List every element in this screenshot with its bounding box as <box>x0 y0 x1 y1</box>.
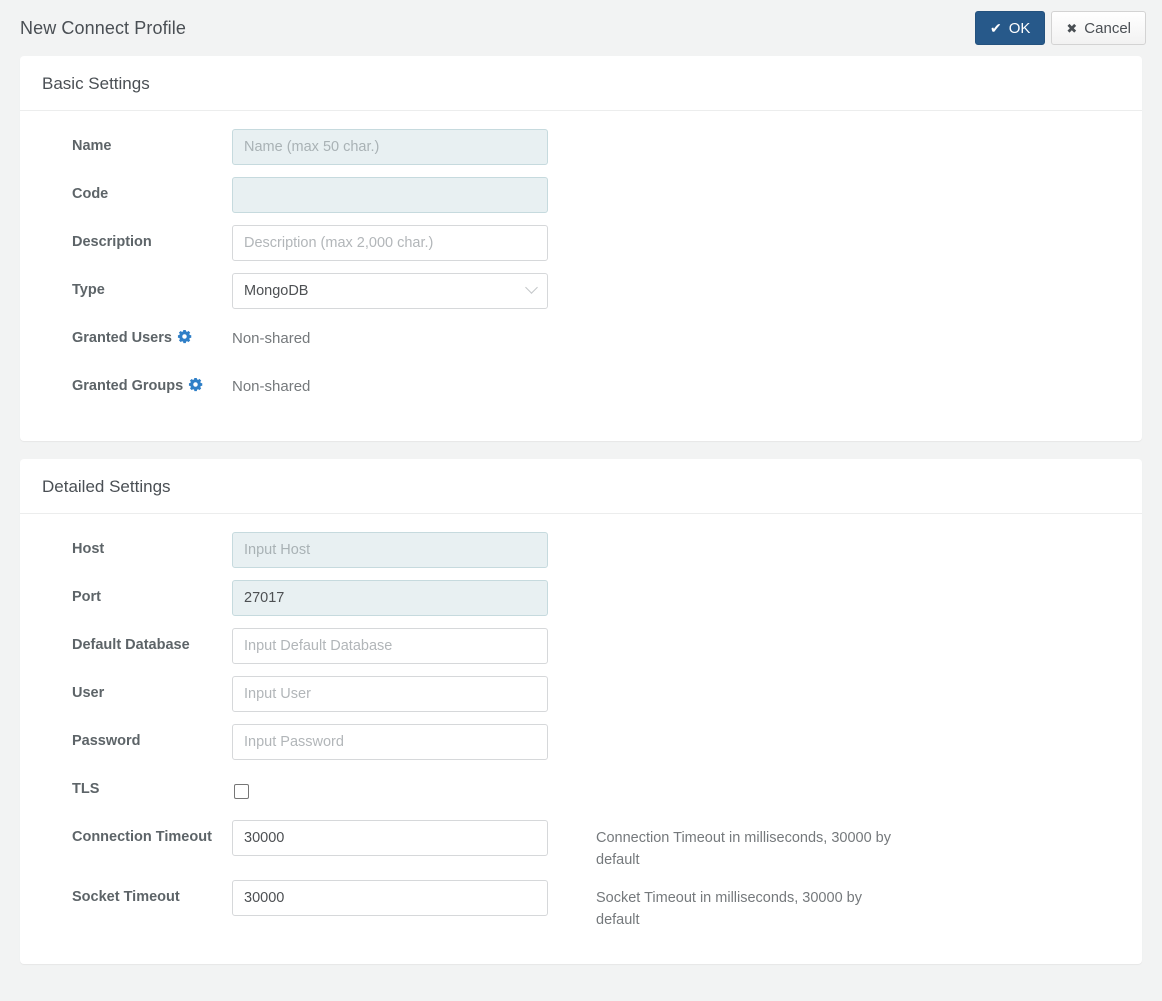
socket-timeout-label: Socket Timeout <box>72 888 180 905</box>
ok-button[interactable]: ✔ OK <box>974 11 1046 45</box>
password-label: Password <box>72 733 141 749</box>
window-toolbar: New Connect Profile ✔ OK ✖ Cancel <box>0 0 1162 56</box>
gear-icon[interactable] <box>188 377 203 392</box>
granted-users-label-text: Granted Users <box>72 330 172 346</box>
basic-settings-title: Basic Settings <box>20 56 1142 111</box>
field-row-user: User <box>42 674 1120 716</box>
host-label: Host <box>72 541 105 557</box>
connection-timeout-help: Connection Timeout in milliseconds, 3000… <box>596 830 891 869</box>
gear-icon[interactable] <box>177 329 192 344</box>
page-title: New Connect Profile <box>20 17 186 38</box>
type-label: Type <box>72 282 105 298</box>
granted-groups-value: Non-shared <box>232 378 311 395</box>
cancel-button-label: Cancel <box>1084 19 1131 37</box>
field-row-socket-timeout: Socket Timeout Socket Timeout in millise… <box>42 878 1120 932</box>
socket-timeout-help: Socket Timeout in milliseconds, 30000 by… <box>596 889 862 929</box>
check-icon: ✔ <box>989 20 1002 36</box>
default-database-input[interactable] <box>232 628 548 664</box>
detailed-settings-card: Detailed Settings Host Port Default Data… <box>20 459 1142 964</box>
host-input[interactable] <box>232 532 548 568</box>
field-row-name: Name <box>42 127 1120 169</box>
port-label: Port <box>72 589 101 605</box>
detailed-settings-title: Detailed Settings <box>20 459 1142 514</box>
granted-groups-label-text: Granted Groups <box>72 378 184 394</box>
code-input[interactable] <box>232 177 548 213</box>
tls-label: TLS <box>72 781 100 797</box>
field-row-password: Password <box>42 722 1120 764</box>
field-row-granted-groups: Granted Groups Non-shared <box>42 367 1120 409</box>
socket-timeout-input[interactable] <box>232 879 548 916</box>
basic-settings-body: Name Code Description Type MongoDB <box>20 111 1142 441</box>
field-row-tls: TLS <box>42 770 1120 812</box>
field-row-type: Type MongoDB <box>42 271 1120 313</box>
granted-users-value: Non-shared <box>232 330 311 347</box>
description-label: Description <box>72 234 152 250</box>
toolbar-actions: ✔ OK ✖ Cancel <box>974 11 1146 45</box>
detailed-settings-body: Host Port Default Database User Password <box>20 514 1142 964</box>
description-input[interactable] <box>232 225 548 261</box>
field-row-connection-timeout: Connection Timeout Connection Timeout in… <box>42 818 1120 872</box>
connection-timeout-input[interactable] <box>232 820 548 856</box>
field-row-port: Port <box>42 578 1120 620</box>
default-database-label: Default Database <box>72 637 190 653</box>
field-row-host: Host <box>42 530 1120 572</box>
basic-settings-card: Basic Settings Name Code Description Typ… <box>20 56 1142 441</box>
user-label: User <box>72 685 105 701</box>
field-row-default-database: Default Database <box>42 626 1120 668</box>
granted-users-label: Granted Users <box>42 319 232 349</box>
connection-timeout-label: Connection Timeout <box>72 829 212 845</box>
code-label: Code <box>72 186 109 202</box>
type-select[interactable]: MongoDB <box>232 273 548 309</box>
field-row-code: Code <box>42 175 1120 217</box>
user-input[interactable] <box>232 676 548 712</box>
field-row-granted-users: Granted Users Non-shared <box>42 319 1120 361</box>
cross-icon: ✖ <box>1066 20 1078 36</box>
tls-checkbox[interactable] <box>234 784 249 799</box>
port-input[interactable] <box>232 580 548 616</box>
ok-button-label: OK <box>1008 19 1031 37</box>
granted-groups-label: Granted Groups <box>42 367 232 397</box>
field-row-description: Description <box>42 223 1120 265</box>
name-input[interactable] <box>232 129 548 165</box>
password-input[interactable] <box>232 724 548 760</box>
cancel-button[interactable]: ✖ Cancel <box>1051 11 1146 45</box>
name-label: Name <box>72 138 112 154</box>
